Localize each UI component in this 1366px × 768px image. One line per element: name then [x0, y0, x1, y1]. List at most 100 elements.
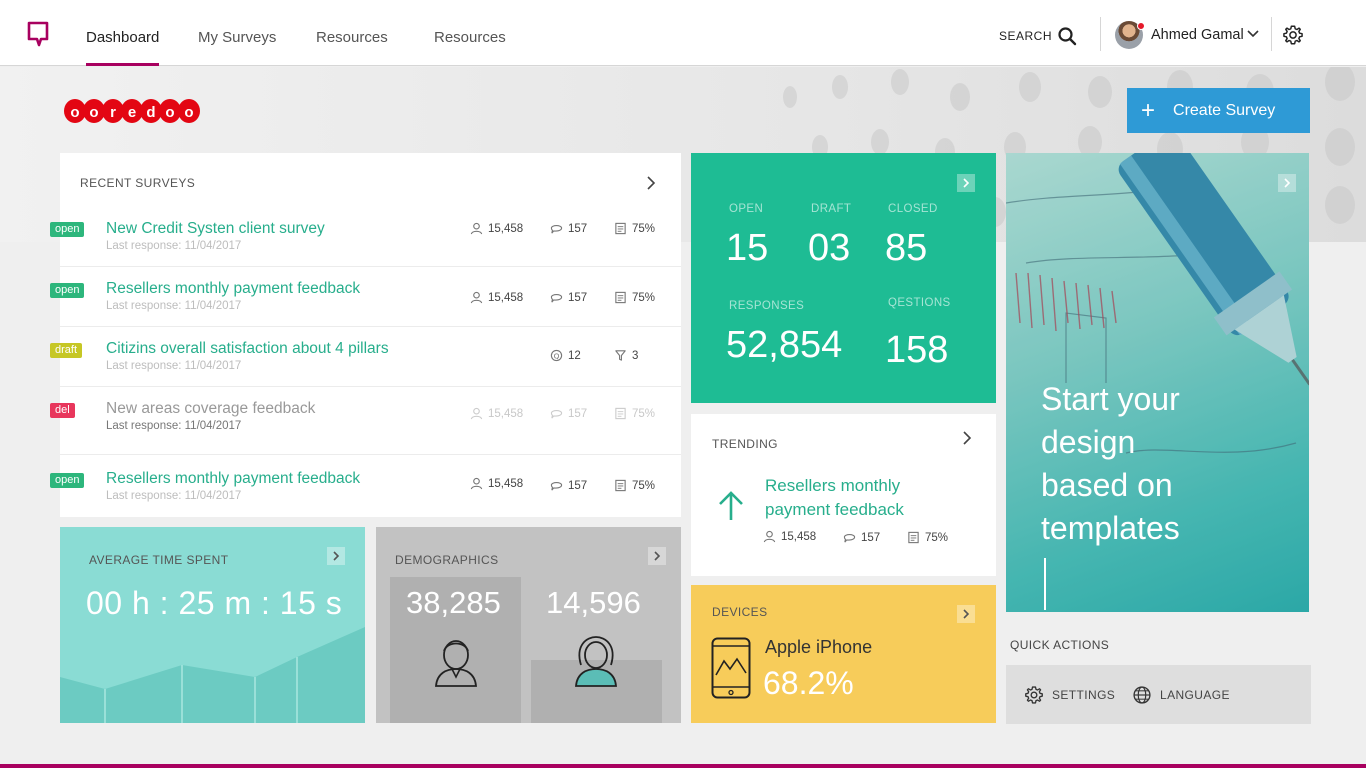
- tab-my-surveys[interactable]: My Surveys: [198, 29, 276, 66]
- survey-row[interactable]: del New areas coverage feedback Last res…: [50, 387, 681, 455]
- search-label[interactable]: SEARCH: [999, 29, 1052, 43]
- respondents-stat: 15,458: [470, 222, 523, 235]
- draft-label: DRAFT: [811, 203, 852, 215]
- tab-resources-2[interactable]: Resources: [434, 29, 506, 66]
- survey-title[interactable]: Resellers monthly payment feedback: [106, 280, 360, 298]
- arrow-up-icon: [719, 491, 743, 520]
- respondents-stat: 15,458: [470, 477, 523, 490]
- comments-stat: 157: [550, 479, 587, 492]
- open-count: 15: [726, 227, 769, 269]
- comment-icon: [550, 294, 563, 303]
- survey-title[interactable]: Resellers monthly payment feedback: [106, 470, 360, 488]
- stat-value: 157: [568, 479, 588, 492]
- user-icon: [763, 530, 776, 543]
- user-icon: [470, 222, 483, 235]
- stat-value: 157: [568, 222, 588, 235]
- plus-icon: +: [1141, 96, 1156, 124]
- chevron-right-icon[interactable]: [646, 176, 656, 190]
- language-action[interactable]: LANGUAGE: [1132, 685, 1230, 705]
- survey-row[interactable]: open Resellers monthly payment feedback …: [50, 267, 681, 327]
- trend-line: payment feedback: [765, 500, 904, 519]
- chevron-right-icon[interactable]: [327, 547, 345, 565]
- stat-value: 15,458: [488, 407, 524, 420]
- report-icon: [615, 479, 626, 492]
- stat-value: 75%: [632, 222, 656, 235]
- male-count: 38,285: [406, 585, 501, 620]
- chevron-right-icon[interactable]: [957, 605, 975, 623]
- create-survey-label: Create Survey: [1173, 101, 1276, 119]
- templates-promo-text: Start your design based on templates: [1041, 378, 1180, 550]
- demographics-card: DEMOGRAPHICS 38,285 14,596: [376, 527, 681, 723]
- search-icon[interactable]: [1057, 26, 1077, 46]
- responses-count: 52,854: [726, 324, 843, 366]
- survey-row[interactable]: open Resellers monthly payment feedback …: [50, 455, 681, 517]
- chevron-right-icon[interactable]: [957, 174, 975, 192]
- closed-label: CLOSED: [888, 203, 938, 215]
- completion-stat: 75%: [614, 479, 655, 492]
- app-logo-icon[interactable]: [26, 20, 50, 48]
- settings-label: SETTINGS: [1052, 688, 1116, 702]
- quick-actions-panel: SETTINGS LANGUAGE: [1006, 665, 1311, 724]
- report-icon: [908, 531, 919, 544]
- stat-value: 12: [568, 349, 581, 362]
- stat-value: 75%: [632, 479, 656, 492]
- filter-icon: [615, 350, 626, 361]
- devices-title: DEVICES: [712, 605, 768, 619]
- questions-count: 158: [885, 329, 949, 371]
- chevron-right-icon[interactable]: [1278, 174, 1296, 192]
- completion-stat: 75%: [907, 531, 948, 544]
- last-response: Last response: 11/04/2017: [106, 420, 242, 432]
- devices-card: DEVICES Apple iPhone 68.2%: [691, 585, 996, 723]
- promo-line: based on: [1041, 467, 1173, 503]
- status-badge: open: [50, 222, 85, 237]
- tab-dashboard[interactable]: Dashboard: [86, 29, 160, 66]
- stat-value: 15,458: [488, 222, 524, 235]
- divider: [1100, 17, 1101, 51]
- questions-label: QESTIONS: [888, 297, 951, 309]
- chevron-right-icon[interactable]: [962, 431, 972, 445]
- last-response: Last response: 11/04/2017: [106, 300, 242, 312]
- stat-value: 75%: [632, 291, 656, 304]
- gear-icon[interactable]: [1282, 24, 1304, 46]
- open-label: OPEN: [729, 203, 764, 215]
- closed-count: 85: [885, 227, 928, 269]
- user-name[interactable]: Ahmed Gamal: [1151, 27, 1244, 43]
- language-label: LANGUAGE: [1160, 688, 1230, 702]
- respondents-stat: 15,458: [470, 407, 523, 420]
- survey-title[interactable]: New areas coverage feedback: [106, 400, 315, 418]
- last-response: Last response: 11/04/2017: [106, 360, 242, 372]
- create-survey-button[interactable]: + Create Survey: [1127, 88, 1310, 133]
- stat-value: 15,458: [488, 477, 524, 490]
- completion-stat: 75%: [614, 407, 655, 420]
- trending-survey-title[interactable]: Resellers monthly payment feedback: [765, 474, 965, 522]
- globe-icon: [1133, 686, 1151, 704]
- stat-value: 75%: [925, 531, 949, 544]
- question-icon: Q: [550, 349, 563, 362]
- settings-action[interactable]: SETTINGS: [1024, 685, 1115, 705]
- ooredoo-logo: o o r e d o o: [64, 99, 200, 123]
- demographics-title: DEMOGRAPHICS: [395, 553, 499, 567]
- tab-resources[interactable]: Resources: [316, 29, 388, 66]
- survey-title[interactable]: New Credit Systen client survey: [106, 220, 325, 238]
- completion-stat: 75%: [614, 291, 655, 304]
- svg-text:Q: Q: [554, 351, 560, 360]
- survey-row[interactable]: open New Credit Systen client survey Las…: [50, 207, 681, 267]
- draft-count: 03: [808, 227, 851, 269]
- average-time-value: 00 h : 25 m : 15 s: [86, 585, 343, 621]
- user-icon: [470, 407, 483, 420]
- templates-promo-card[interactable]: Start your design based on templates: [1006, 153, 1309, 612]
- quick-actions-title: QUICK ACTIONS: [1010, 638, 1110, 652]
- chevron-down-icon[interactable]: [1247, 30, 1259, 38]
- stat-value: 75%: [632, 407, 656, 420]
- status-badge: open: [50, 473, 85, 488]
- questions-stat: Q 12: [550, 349, 581, 362]
- comments-stat: 157: [843, 531, 880, 544]
- survey-row[interactable]: draft Citizins overall satisfaction abou…: [50, 327, 681, 387]
- divider: [1271, 17, 1272, 51]
- text-cursor: [1044, 558, 1046, 610]
- last-response: Last response: 11/04/2017: [106, 490, 242, 502]
- survey-title[interactable]: Citizins overall satisfaction about 4 pi…: [106, 340, 389, 358]
- promo-line: templates: [1041, 510, 1180, 546]
- chevron-right-icon[interactable]: [648, 547, 666, 565]
- status-badge: draft: [50, 343, 83, 358]
